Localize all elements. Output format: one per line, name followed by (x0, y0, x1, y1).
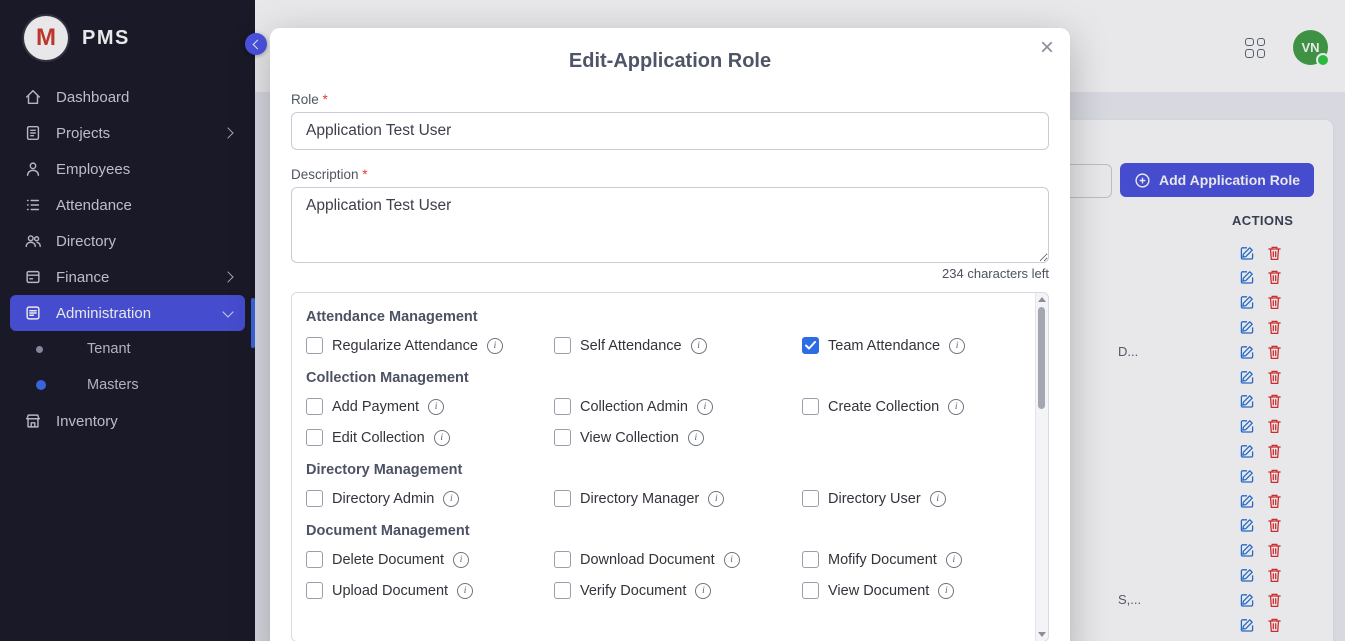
close-icon[interactable]: × (1040, 36, 1054, 60)
info-icon[interactable]: i (691, 338, 707, 354)
checkbox-unchecked[interactable] (554, 337, 571, 354)
permission-label: Directory Admin (332, 491, 434, 507)
permission-label: Directory User (828, 491, 921, 507)
permission-item-directory-manager[interactable]: Directory Manager i (554, 490, 802, 507)
permission-item-directory-user[interactable]: Directory User i (802, 490, 1014, 507)
info-icon[interactable]: i (457, 583, 473, 599)
permission-item-create-collection[interactable]: Create Collection i (802, 398, 1014, 415)
checkbox-unchecked[interactable] (306, 398, 323, 415)
checkbox-unchecked[interactable] (802, 582, 819, 599)
permission-section-title: Collection Management (306, 370, 1014, 386)
checkbox-checked[interactable] (802, 337, 819, 354)
permission-item-view-collection[interactable]: View Collection i (554, 429, 802, 446)
checkbox-unchecked[interactable] (306, 490, 323, 507)
checkbox-unchecked[interactable] (554, 582, 571, 599)
role-field-label: Role * (291, 92, 1049, 107)
modal-title: Edit-Application Role (270, 28, 1070, 73)
permission-item-self-attendance[interactable]: Self Attendance i (554, 337, 802, 354)
info-icon[interactable]: i (443, 491, 459, 507)
permission-label: Upload Document (332, 583, 448, 599)
checkbox-unchecked[interactable] (554, 398, 571, 415)
info-icon[interactable]: i (428, 399, 444, 415)
info-icon[interactable]: i (938, 583, 954, 599)
permission-section-title: Document Management (306, 523, 1014, 539)
checkbox-unchecked[interactable] (802, 551, 819, 568)
permission-label: Delete Document (332, 552, 444, 568)
scrollbar[interactable] (1035, 293, 1048, 641)
checkbox-unchecked[interactable] (802, 490, 819, 507)
permission-label: Self Attendance (580, 338, 682, 354)
info-icon[interactable]: i (708, 491, 724, 507)
checkbox-unchecked[interactable] (306, 337, 323, 354)
role-input[interactable] (291, 112, 1049, 150)
permission-item-mofify-document[interactable]: Mofify Document i (802, 551, 1014, 568)
required-mark: * (362, 167, 367, 182)
checkbox-unchecked[interactable] (554, 551, 571, 568)
modal-body: Role * Description * Application Test Us… (270, 92, 1070, 641)
permission-label: Create Collection (828, 399, 939, 415)
permission-item-directory-admin[interactable]: Directory Admin i (306, 490, 554, 507)
permission-label: Collection Admin (580, 399, 688, 415)
permission-section-title: Attendance Management (306, 309, 1014, 325)
info-icon[interactable]: i (946, 552, 962, 568)
permission-item-add-payment[interactable]: Add Payment i (306, 398, 554, 415)
permission-item-regularize-attendance[interactable]: Regularize Attendance i (306, 337, 554, 354)
required-mark: * (323, 92, 328, 107)
permission-grid: Delete DocumentiDownload DocumentiMofify… (306, 551, 1014, 599)
permission-label: Download Document (580, 552, 715, 568)
characters-left-counter: 234 characters left (291, 266, 1049, 281)
permission-label: Regularize Attendance (332, 338, 478, 354)
permission-grid: Directory AdminiDirectory ManageriDirect… (306, 490, 1014, 507)
description-field-label: Description * (291, 167, 1049, 182)
sidebar-collapse-button[interactable] (245, 33, 267, 55)
info-icon[interactable]: i (949, 338, 965, 354)
permission-item-team-attendance[interactable]: Team Attendance i (802, 337, 1014, 354)
permission-item-upload-document[interactable]: Upload Document i (306, 582, 554, 599)
description-textarea[interactable]: Application Test User (291, 187, 1049, 263)
scroll-down-arrow-icon[interactable] (1038, 632, 1046, 637)
info-icon[interactable]: i (948, 399, 964, 415)
checkbox-unchecked[interactable] (306, 551, 323, 568)
permission-item-view-document[interactable]: View Document i (802, 582, 1014, 599)
info-icon[interactable]: i (695, 583, 711, 599)
permission-item-collection-admin[interactable]: Collection Admin i (554, 398, 802, 415)
permission-label: Team Attendance (828, 338, 940, 354)
checkbox-unchecked[interactable] (306, 582, 323, 599)
permission-label: View Document (828, 583, 929, 599)
info-icon[interactable]: i (697, 399, 713, 415)
permissions-panel: Attendance Management Regularize Attendan… (291, 292, 1049, 641)
checkbox-unchecked[interactable] (306, 429, 323, 446)
permission-label: Mofify Document (828, 552, 937, 568)
permission-label: Verify Document (580, 583, 686, 599)
permission-section-title: Directory Management (306, 462, 1014, 478)
info-icon[interactable]: i (724, 552, 740, 568)
permission-grid: Regularize AttendanceiSelf AttendanceiTe… (306, 337, 1014, 354)
edit-application-role-modal: Edit-Application Role × Role * Descripti… (270, 28, 1070, 641)
info-icon[interactable]: i (688, 430, 704, 446)
permission-grid: Add PaymentiCollection AdminiCreate Coll… (306, 398, 1014, 446)
chevron-left-icon (253, 39, 263, 49)
permission-item-verify-document[interactable]: Verify Document i (554, 582, 802, 599)
checkbox-unchecked[interactable] (554, 429, 571, 446)
permission-label: Directory Manager (580, 491, 699, 507)
info-icon[interactable]: i (930, 491, 946, 507)
info-icon[interactable]: i (453, 552, 469, 568)
permission-label: View Collection (580, 430, 679, 446)
permissions-list: Attendance Management Regularize Attendan… (292, 293, 1048, 623)
app-window: M PMS DashboardProjectsEmployeesAttendan… (0, 0, 1345, 641)
info-icon[interactable]: i (487, 338, 503, 354)
info-icon[interactable]: i (434, 430, 450, 446)
checkbox-unchecked[interactable] (802, 398, 819, 415)
permission-label: Add Payment (332, 399, 419, 415)
checkbox-unchecked[interactable] (554, 490, 571, 507)
permission-item-delete-document[interactable]: Delete Document i (306, 551, 554, 568)
scroll-up-arrow-icon[interactable] (1038, 297, 1046, 302)
permission-item-download-document[interactable]: Download Document i (554, 551, 802, 568)
permission-item-edit-collection[interactable]: Edit Collection i (306, 429, 554, 446)
scrollbar-thumb[interactable] (1038, 307, 1045, 409)
permission-label: Edit Collection (332, 430, 425, 446)
